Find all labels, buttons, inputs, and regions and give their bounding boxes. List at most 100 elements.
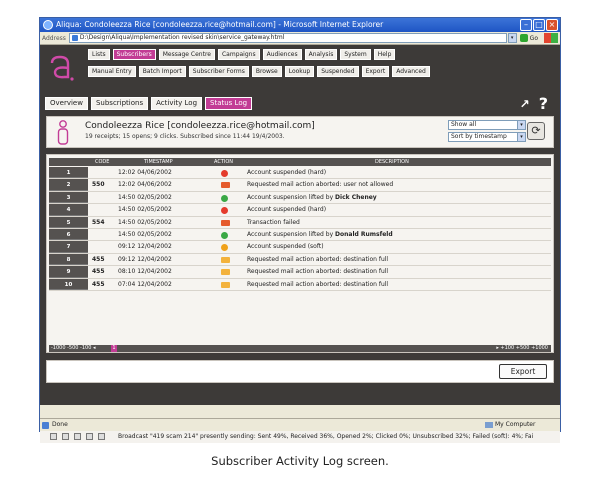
row-number: 1: [49, 167, 88, 179]
tab-activity-log[interactable]: Activity Log: [151, 97, 203, 110]
subnav-export[interactable]: Export: [361, 66, 390, 77]
windows-logo-icon: [544, 33, 558, 43]
subnav-suspended[interactable]: Suspended: [317, 66, 359, 77]
row-number: 5: [49, 216, 88, 228]
header-timestamp: TIMESTAMP: [144, 159, 173, 165]
subnav-batch-import[interactable]: Batch Import: [138, 66, 186, 77]
log-row[interactable]: 9 455 08:10 12/04/2002 Requested mail actio…: [49, 266, 551, 279]
figure-caption: Subscriber Activity Log screen.: [211, 454, 389, 468]
refresh-button[interactable]: ⟳: [527, 122, 545, 140]
row-description: Account suspended (hard): [247, 206, 327, 214]
mail-error-icon: [221, 182, 230, 189]
row-description: Transaction failed: [247, 218, 300, 226]
log-row[interactable]: 2 550 12:02 04/06/2002 Requested mail actio…: [49, 179, 551, 192]
nav-subscribers[interactable]: Subscribers: [112, 49, 156, 60]
subnav-advanced[interactable]: Advanced: [392, 66, 430, 77]
sub-nav: Manual Entry Batch Import Subscriber For…: [88, 66, 430, 77]
go-arrow-icon: [519, 34, 528, 42]
row-timestamp: 14:50 02/05/2002: [118, 206, 172, 214]
log-row[interactable]: 8 455 09:12 12/04/2002 Requested mail actio…: [49, 253, 551, 267]
ok-icon: [221, 231, 228, 239]
status-icon-2[interactable]: [62, 433, 69, 440]
status-icon-4[interactable]: [86, 433, 93, 440]
chevron-down-icon: ▾: [517, 121, 525, 129]
filter-select[interactable]: Show all ▾: [448, 120, 526, 130]
tab-status-log[interactable]: Status Log: [205, 97, 253, 110]
nav-campaigns[interactable]: Campaigns: [217, 49, 260, 60]
zone-text: My Computer: [495, 421, 536, 428]
subnav-browse[interactable]: Browse: [251, 66, 282, 77]
row-number: 8: [49, 253, 88, 266]
address-input[interactable]: D:\Design\Aliqua\Implementation revised …: [68, 33, 507, 43]
nav-analysis[interactable]: Analysis: [304, 49, 338, 60]
sort-select[interactable]: Sort by timestamp ▾: [448, 132, 526, 142]
log-row[interactable]: 10 455 07:04 12/04/2002 Requested mail acti…: [49, 278, 551, 291]
nav-message-centre[interactable]: Message Centre: [158, 49, 215, 60]
row-timestamp: 14:50 02/05/2002: [118, 218, 172, 226]
address-dropdown[interactable]: ▾: [507, 33, 517, 43]
row-code: 550: [92, 181, 105, 189]
row-number: 7: [49, 241, 88, 253]
broadcast-status: Broadcast "419 scam 214" presently sendi…: [40, 429, 560, 443]
row-timestamp: 07:04 12/04/2002: [118, 280, 172, 288]
row-actor: Dick Cheney: [335, 193, 377, 201]
log-row[interactable]: 1 12:02 04/06/2002 Account suspended (hard…: [49, 167, 551, 180]
maximize-button[interactable]: □: [533, 19, 545, 31]
subscriber-name: Condoleezza Rice [condoleezza.rice@hotma…: [85, 121, 315, 131]
export-button[interactable]: Export: [499, 364, 547, 379]
current-page[interactable]: 1: [111, 345, 117, 352]
nav-system[interactable]: System: [340, 49, 371, 60]
minimize-button[interactable]: –: [520, 19, 532, 31]
row-code: 455: [92, 255, 105, 263]
page-icon: [42, 422, 49, 429]
status-log-panel: CODE TIMESTAMP ACTION DESCRIPTION 1 12:02…: [46, 154, 554, 353]
row-description: Account suspended (hard): [247, 169, 327, 176]
tabs-bar: Overview Subscriptions Activity Log Stat…: [40, 95, 560, 115]
log-row[interactable]: 5 554 14:50 02/05/2002 Transaction failed: [49, 216, 551, 229]
tab-subscriptions[interactable]: Subscriptions: [90, 97, 149, 110]
status-icon-5[interactable]: [98, 433, 105, 440]
log-row[interactable]: 3 14:50 02/05/2002 Account suspension lift…: [49, 191, 551, 205]
log-row[interactable]: 4 14:50 02/05/2002 Account suspended (hard…: [49, 204, 551, 217]
nav-audiences[interactable]: Audiences: [262, 49, 302, 60]
log-header: CODE TIMESTAMP ACTION DESCRIPTION: [49, 158, 551, 166]
row-timestamp: 14:50 02/05/2002: [118, 193, 172, 201]
subscriber-panel: Condoleezza Rice [condoleezza.rice@hotma…: [46, 116, 554, 148]
subnav-lookup[interactable]: Lookup: [284, 66, 315, 77]
nav-help[interactable]: Help: [373, 49, 396, 60]
row-number: 3: [49, 191, 88, 204]
mail-warning-icon: [221, 256, 230, 263]
window-title: Aliqua: Condoleezza Rice [condoleezza.ri…: [56, 20, 384, 29]
ie-icon: [43, 20, 53, 30]
row-number: 2: [49, 179, 88, 191]
tab-overview[interactable]: Overview: [45, 97, 88, 110]
row-description: Requested mail action aborted: destinati…: [247, 255, 389, 263]
subnav-subscriber-forms[interactable]: Subscriber Forms: [188, 66, 249, 77]
status-icon-1[interactable]: [50, 433, 57, 440]
log-row[interactable]: 6 14:50 02/05/2002 Account suspension lift…: [49, 228, 551, 242]
refresh-icon: ⟳: [531, 124, 541, 137]
row-number: 10: [49, 278, 88, 290]
row-timestamp: 09:12 12/04/2002: [118, 255, 172, 263]
log-row[interactable]: 7 09:12 12/04/2002 Account suspended (soft…: [49, 241, 551, 254]
status-icon-3[interactable]: [74, 433, 81, 440]
row-description: Requested mail action aborted: user not …: [247, 181, 394, 189]
help-icon[interactable]: ?: [539, 95, 548, 113]
pager: -1000 -500 -100 ◂ 1 ▸ +100 +500 +1000: [49, 345, 551, 352]
app-area: Lists Subscribers Message Centre Campaig…: [40, 45, 560, 443]
go-button[interactable]: Go: [519, 34, 538, 42]
header-action: ACTION: [214, 159, 234, 165]
row-description: Account suspension lifted by Donald Rums…: [247, 230, 393, 238]
mail-warning-icon: [221, 281, 230, 288]
pager-back[interactable]: -1000 -500 -100 ◂: [51, 345, 96, 352]
pager-forward[interactable]: ▸ +100 +500 +1000: [496, 345, 548, 352]
mail-warning-icon: [221, 269, 230, 276]
log-rows: 1 12:02 04/06/2002 Account suspended (hard…: [49, 167, 551, 291]
row-code: 455: [92, 280, 105, 288]
close-button[interactable]: ×: [546, 19, 558, 31]
tools-icon[interactable]: ↗: [520, 95, 530, 113]
soft-stop-icon: [221, 244, 228, 252]
subnav-manual-entry[interactable]: Manual Entry: [88, 66, 136, 77]
nav-lists[interactable]: Lists: [88, 49, 110, 60]
row-timestamp: 09:12 12/04/2002: [118, 243, 172, 251]
